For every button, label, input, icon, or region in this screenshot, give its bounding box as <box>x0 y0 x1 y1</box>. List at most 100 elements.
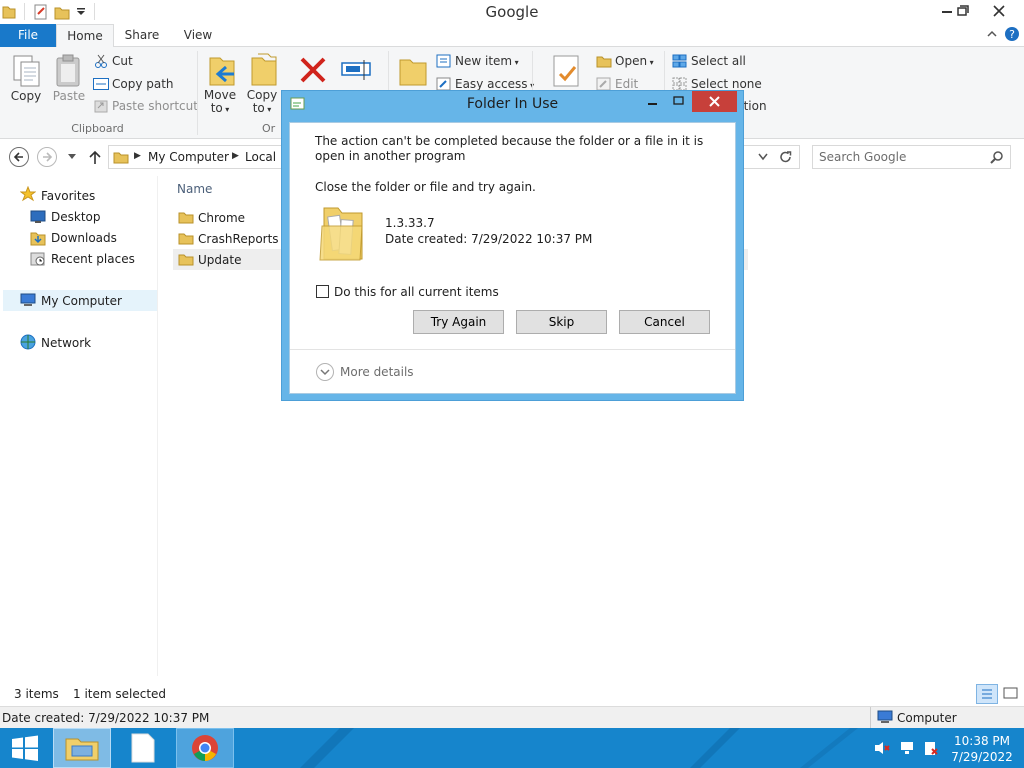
easy-access-button[interactable]: Easy access ▾ <box>455 77 534 91</box>
edit-button[interactable]: Edit <box>615 77 638 91</box>
status-bar: 3 items 1 item selected <box>0 682 1024 706</box>
nav-favorites[interactable]: Favorites <box>41 189 95 203</box>
move-to-icon[interactable] <box>206 52 238 88</box>
divider <box>870 707 871 728</box>
breadcrumb-separator: ▶ <box>134 151 141 161</box>
nav-network[interactable]: Network <box>41 336 91 350</box>
file-name: Update <box>198 253 242 267</box>
dialog-close-button[interactable] <box>692 91 737 112</box>
computer-icon <box>877 710 893 724</box>
tab-share[interactable]: Share <box>118 24 166 48</box>
apply-all-checkbox[interactable] <box>316 285 329 298</box>
tab-view[interactable]: View <box>174 24 222 48</box>
details-bar: Date created: 7/29/2022 10:37 PM Compute… <box>0 706 1024 728</box>
properties-large-icon[interactable] <box>552 54 582 88</box>
back-button[interactable] <box>9 147 29 167</box>
refresh-icon[interactable] <box>778 149 794 165</box>
search-input[interactable]: Search Google <box>812 145 1011 169</box>
organize-group-label: Or <box>262 122 276 135</box>
star-icon <box>20 186 36 202</box>
column-header-name[interactable]: Name <box>177 182 212 196</box>
large-icons-view-button[interactable] <box>1001 684 1021 704</box>
more-details-button[interactable]: More details <box>340 365 414 379</box>
help-icon[interactable]: ? <box>1004 26 1020 42</box>
details-view-button[interactable] <box>976 684 998 704</box>
move-to-button[interactable]: Move to ▾ <box>202 89 238 116</box>
copy-to-label-2: to <box>252 101 265 115</box>
copy-path-button[interactable]: Copy path <box>112 77 174 91</box>
paste-shortcut-button[interactable]: Paste shortcut <box>112 99 198 113</box>
paste-shortcut-icon <box>94 99 108 113</box>
address-dropdown-icon[interactable] <box>758 153 768 161</box>
up-arrow-icon[interactable] <box>88 149 102 165</box>
dialog-minimize-button[interactable] <box>641 93 665 111</box>
select-none-button[interactable]: Select none <box>691 77 762 91</box>
delete-icon[interactable] <box>298 55 328 85</box>
restore-button[interactable] <box>947 0 977 22</box>
scissors-icon <box>94 54 108 68</box>
open-icon <box>596 54 612 68</box>
taskbar-clock[interactable]: 10:38 PM 7/29/2022 <box>946 733 1018 765</box>
new-item-button[interactable]: New item ▾ <box>455 54 519 68</box>
dialog-message: The action can't be completed because th… <box>315 134 704 163</box>
skip-button[interactable]: Skip <box>516 310 607 334</box>
cut-button[interactable]: Cut <box>112 54 133 68</box>
open-button[interactable]: Open ▾ <box>615 54 654 68</box>
rename-icon[interactable] <box>340 58 372 82</box>
copy-to-label: Copy <box>246 88 278 102</box>
pane-divider <box>157 176 158 676</box>
window-title: Google <box>485 3 539 21</box>
title-bar: Google <box>0 0 1024 24</box>
location-label: Computer <box>897 711 957 725</box>
divider <box>290 349 735 350</box>
dialog-instruction: Close the folder or file and try again. <box>315 180 536 194</box>
new-folder-large-icon[interactable] <box>398 54 428 86</box>
copy-to-icon[interactable] <box>248 52 280 88</box>
easy-access-icon <box>436 77 452 91</box>
tab-home[interactable]: Home <box>56 24 114 48</box>
copy-to-button[interactable]: Copy to ▾ <box>244 89 280 116</box>
speaker-muted-icon[interactable] <box>874 741 890 755</box>
apply-all-label[interactable]: Do this for all current items <box>334 285 499 299</box>
breadcrumb-my-computer[interactable]: My Computer <box>148 150 229 164</box>
select-all-button[interactable]: Select all <box>691 54 746 68</box>
file-name: CrashReports <box>198 232 279 246</box>
copy-button[interactable]: Copy <box>6 89 46 103</box>
folder-icon <box>178 231 194 245</box>
close-button[interactable] <box>984 0 1014 22</box>
desktop-icon <box>30 210 46 224</box>
nav-my-computer[interactable]: My Computer <box>41 294 122 308</box>
search-icon[interactable] <box>990 150 1004 164</box>
nav-desktop[interactable]: Desktop <box>51 210 101 224</box>
paste-button[interactable]: Paste <box>50 89 88 103</box>
table-row[interactable]: CrashReports <box>173 228 283 249</box>
search-placeholder: Search Google <box>819 150 907 164</box>
try-again-button[interactable]: Try Again <box>413 310 504 334</box>
recent-locations-chevron-icon[interactable] <box>67 153 77 161</box>
table-row[interactable]: Chrome <box>173 207 283 228</box>
action-center-icon[interactable] <box>923 741 939 757</box>
table-row[interactable]: Update <box>173 249 283 270</box>
folder-icon <box>178 210 194 224</box>
selected-count: 1 item selected <box>73 687 167 701</box>
taskbar-file-explorer[interactable] <box>53 728 111 768</box>
taskbar-chrome[interactable] <box>176 728 234 768</box>
more-details-chevron-icon[interactable] <box>316 363 334 381</box>
taskbar-notepad[interactable] <box>114 728 172 768</box>
nav-recent-places[interactable]: Recent places <box>51 252 135 266</box>
dialog-maximize-button[interactable] <box>667 93 691 111</box>
folder-files-icon <box>318 198 368 262</box>
forward-button[interactable] <box>37 147 57 167</box>
expand-ribbon-icon[interactable] <box>986 28 998 40</box>
breadcrumb-separator: ▶ <box>232 151 239 161</box>
tab-file[interactable]: File <box>0 24 56 47</box>
item-name: 1.3.33.7 <box>385 216 435 230</box>
nav-downloads[interactable]: Downloads <box>51 231 117 245</box>
items-count: 3 items <box>14 687 59 701</box>
start-button[interactable] <box>0 728 58 768</box>
paste-icon[interactable] <box>55 54 83 88</box>
network-status-icon[interactable] <box>899 740 915 756</box>
copy-icon[interactable] <box>12 54 42 88</box>
cancel-button[interactable]: Cancel <box>619 310 710 334</box>
open-label: Open <box>615 54 648 68</box>
